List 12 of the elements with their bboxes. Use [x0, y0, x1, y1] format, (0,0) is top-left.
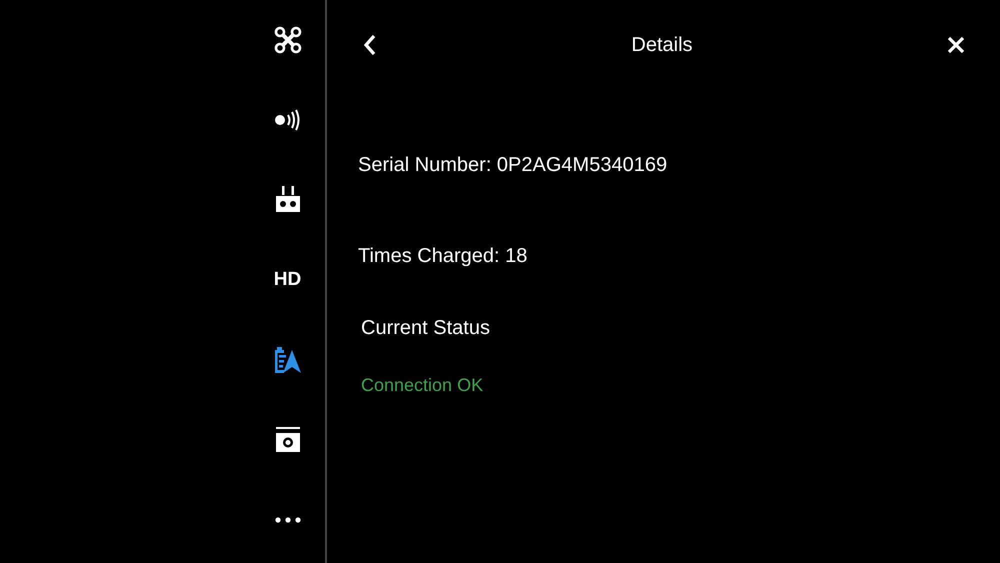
drone-icon[interactable]: [274, 26, 302, 54]
serial-number: Serial Number: 0P2AG4M5340169: [358, 154, 668, 177]
status-text: Connection OK: [361, 375, 484, 396]
remote-icon[interactable]: [274, 186, 302, 214]
status-heading: Current Status: [361, 317, 491, 340]
page-title: Details: [631, 34, 693, 56]
times-charged: Times Charged: 18: [358, 245, 528, 268]
battery-icon[interactable]: [274, 346, 302, 374]
camera-icon[interactable]: [274, 426, 302, 454]
back-icon[interactable]: [363, 34, 377, 56]
hd-button[interactable]: HD: [274, 266, 302, 294]
close-icon[interactable]: [946, 36, 965, 54]
